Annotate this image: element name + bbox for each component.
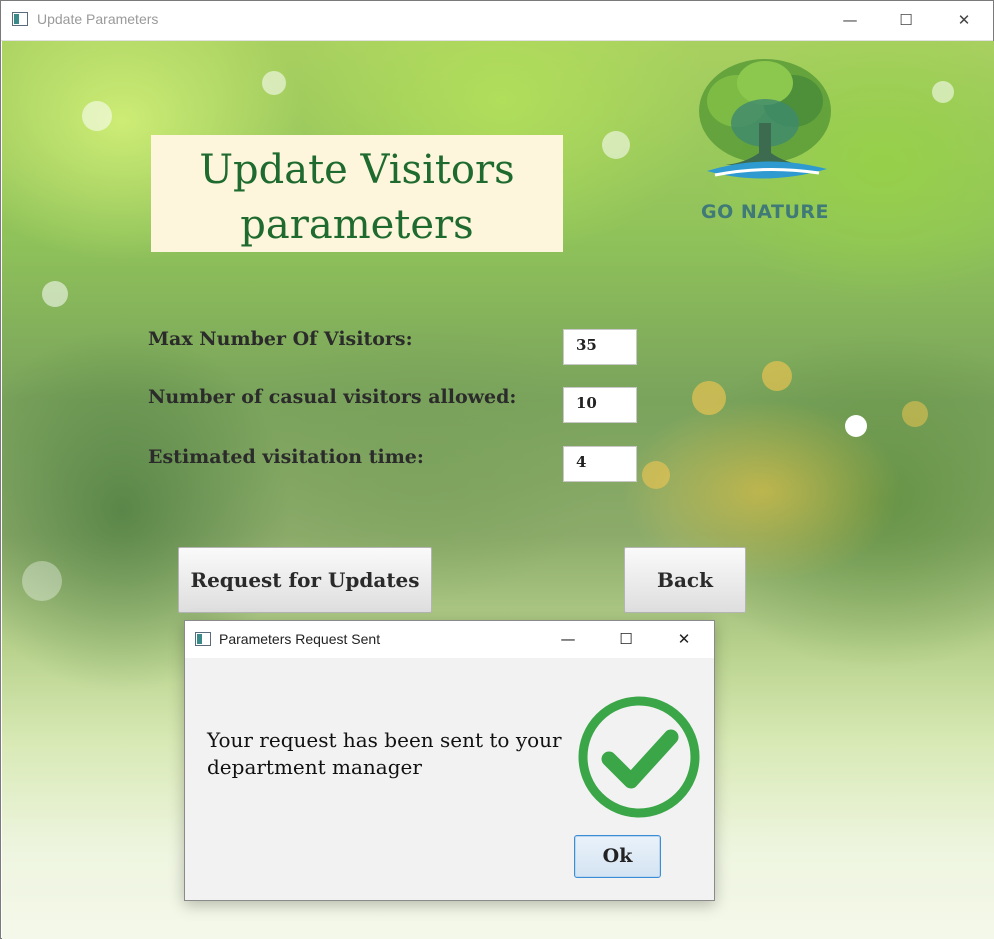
dialog-message: Your request has been sent to your depar… bbox=[207, 728, 562, 779]
minimize-button[interactable]: — bbox=[821, 1, 879, 39]
ok-button[interactable]: Ok bbox=[574, 835, 661, 878]
logo-text: GO NATURE bbox=[701, 201, 829, 223]
checkmark-icon bbox=[578, 696, 700, 818]
dialog-maximize-button[interactable]: ☐ bbox=[597, 621, 655, 658]
window-title: Update Parameters bbox=[37, 11, 159, 27]
dialog-title: Parameters Request Sent bbox=[219, 631, 381, 647]
bokeh-light bbox=[762, 361, 792, 391]
go-nature-logo: GO NATURE bbox=[685, 53, 845, 233]
bokeh-light bbox=[22, 561, 62, 601]
back-button[interactable]: Back bbox=[624, 547, 746, 613]
bokeh-light bbox=[902, 401, 928, 427]
bokeh-light bbox=[82, 101, 112, 131]
max-visitors-input[interactable]: 35 bbox=[563, 329, 637, 365]
tree-logo-icon bbox=[699, 59, 831, 179]
page-title: Update Visitors parameters bbox=[151, 143, 563, 253]
bokeh-light bbox=[42, 281, 68, 307]
visitation-time-label: Estimated visitation time: bbox=[148, 446, 424, 468]
dialog-minimize-button[interactable]: — bbox=[539, 621, 597, 658]
casual-visitors-label: Number of casual visitors allowed: bbox=[148, 386, 517, 408]
page-title-line-2: parameters bbox=[240, 202, 474, 248]
bokeh-light bbox=[642, 461, 670, 489]
app-icon bbox=[12, 12, 28, 26]
dialog-app-icon bbox=[195, 632, 211, 646]
maximize-button[interactable]: ☐ bbox=[877, 1, 935, 39]
dialog-title-bar: Parameters Request Sent — ☐ ✕ bbox=[185, 621, 714, 658]
bokeh-light bbox=[602, 131, 630, 159]
max-visitors-label: Max Number Of Visitors: bbox=[148, 328, 413, 350]
request-updates-button[interactable]: Request for Updates bbox=[178, 547, 432, 613]
dialog-close-button[interactable]: ✕ bbox=[655, 621, 713, 658]
mouse-cursor-indicator bbox=[845, 415, 867, 437]
bokeh-light bbox=[932, 81, 954, 103]
casual-visitors-input[interactable]: 10 bbox=[563, 387, 637, 423]
close-button[interactable]: ✕ bbox=[935, 1, 993, 39]
page-title-line-1: Update Visitors bbox=[199, 147, 515, 193]
request-sent-dialog: Parameters Request Sent — ☐ ✕ Your reque… bbox=[184, 620, 715, 901]
visitation-time-input[interactable]: 4 bbox=[563, 446, 637, 482]
header-panel: Update Visitors parameters bbox=[151, 135, 563, 252]
bokeh-light bbox=[692, 381, 726, 415]
bokeh-light bbox=[262, 71, 286, 95]
title-bar: Update Parameters — ☐ ✕ bbox=[1, 1, 993, 41]
